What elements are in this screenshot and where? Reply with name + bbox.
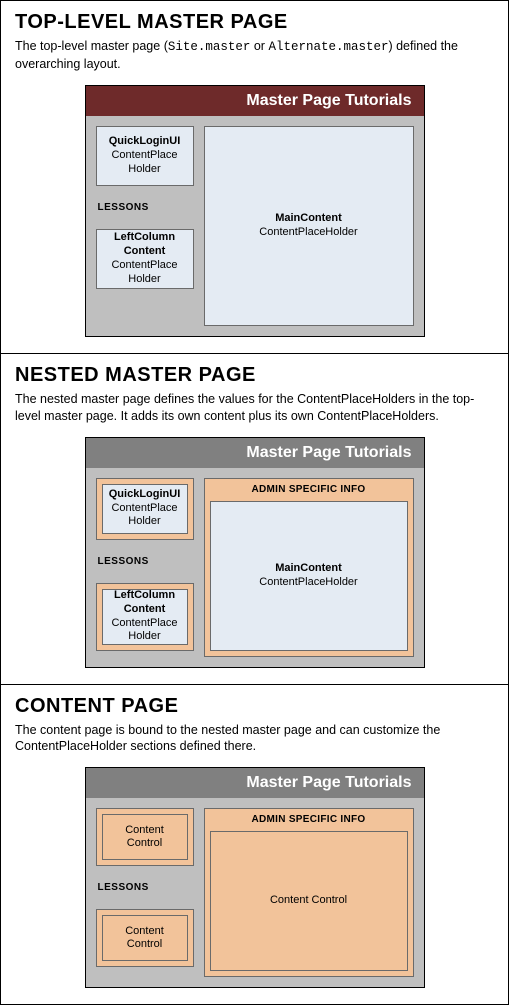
diagram-content: Master Page Tutorials Content Control LE… (85, 767, 425, 988)
leftcolumn-placeholder: LeftColumn Content ContentPlace Holder (96, 229, 194, 289)
maincontent-placeholder: MainContent ContentPlaceHolder (204, 126, 414, 326)
admin-specific-info-label: ADMIN SPECIFIC INFO (210, 484, 408, 501)
diagram-header: Master Page Tutorials (86, 768, 424, 798)
left-column: QuickLoginUI ContentPlace Holder LESSONS… (96, 478, 194, 657)
section-description: The nested master page defines the value… (15, 391, 494, 425)
content-control-3: Content Control (210, 831, 408, 971)
diagram-nested: Master Page Tutorials QuickLoginUI Conte… (85, 437, 425, 668)
code-site-master: Site.master (168, 40, 251, 54)
maincontent-placeholder: MainContent ContentPlaceHolder (210, 501, 408, 651)
content-control-1: Content Control (102, 814, 188, 860)
panel-top-level-master-page: TOP-LEVEL MASTER PAGE The top-level mast… (0, 0, 509, 354)
section-title: CONTENT PAGE (15, 695, 494, 718)
admin-content-wrap: ADMIN SPECIFIC INFO Content Control (204, 808, 414, 977)
leftcolumn-placeholder: LeftColumn Content ContentPlace Holder (102, 589, 188, 645)
code-alternate-master: Alternate.master (268, 40, 388, 54)
diagram-top-level: Master Page Tutorials QuickLoginUI Conte… (85, 85, 425, 337)
lessons-label: LESSONS (96, 876, 194, 899)
admin-content-wrap: ADMIN SPECIFIC INFO MainContent ContentP… (204, 478, 414, 657)
quicklogin-placeholder: QuickLoginUI ContentPlace Holder (96, 126, 194, 186)
content-control-2: Content Control (102, 915, 188, 961)
right-column: ADMIN SPECIFIC INFO MainContent ContentP… (204, 478, 414, 657)
diagram-body: QuickLoginUI ContentPlace Holder LESSONS… (86, 116, 424, 336)
content-control-wrap-1: Content Control (96, 808, 194, 866)
diagram-header: Master Page Tutorials (86, 438, 424, 468)
left-column: Content Control LESSONS Content Control (96, 808, 194, 977)
quicklogin-content-wrap: QuickLoginUI ContentPlace Holder (96, 478, 194, 540)
section-title: NESTED MASTER PAGE (15, 364, 494, 387)
section-description: The content page is bound to the nested … (15, 722, 494, 756)
panel-nested-master-page: NESTED MASTER PAGE The nested master pag… (0, 354, 509, 685)
right-column: MainContent ContentPlaceHolder (204, 126, 414, 326)
lessons-label: LESSONS (96, 550, 194, 573)
diagram-body: Content Control LESSONS Content Control … (86, 798, 424, 987)
section-title: TOP-LEVEL MASTER PAGE (15, 11, 494, 34)
content-control-wrap-2: Content Control (96, 909, 194, 967)
leftcolumn-content-wrap: LeftColumn Content ContentPlace Holder (96, 583, 194, 651)
lessons-label: LESSONS (96, 196, 194, 219)
quicklogin-placeholder: QuickLoginUI ContentPlace Holder (102, 484, 188, 534)
diagram-header: Master Page Tutorials (86, 86, 424, 116)
section-description: The top-level master page (Site.master o… (15, 38, 494, 73)
left-column: QuickLoginUI ContentPlace Holder LESSONS… (96, 126, 194, 326)
diagram-body: QuickLoginUI ContentPlace Holder LESSONS… (86, 468, 424, 667)
admin-specific-info-label: ADMIN SPECIFIC INFO (210, 814, 408, 831)
right-column: ADMIN SPECIFIC INFO Content Control (204, 808, 414, 977)
panel-content-page: CONTENT PAGE The content page is bound t… (0, 685, 509, 1005)
